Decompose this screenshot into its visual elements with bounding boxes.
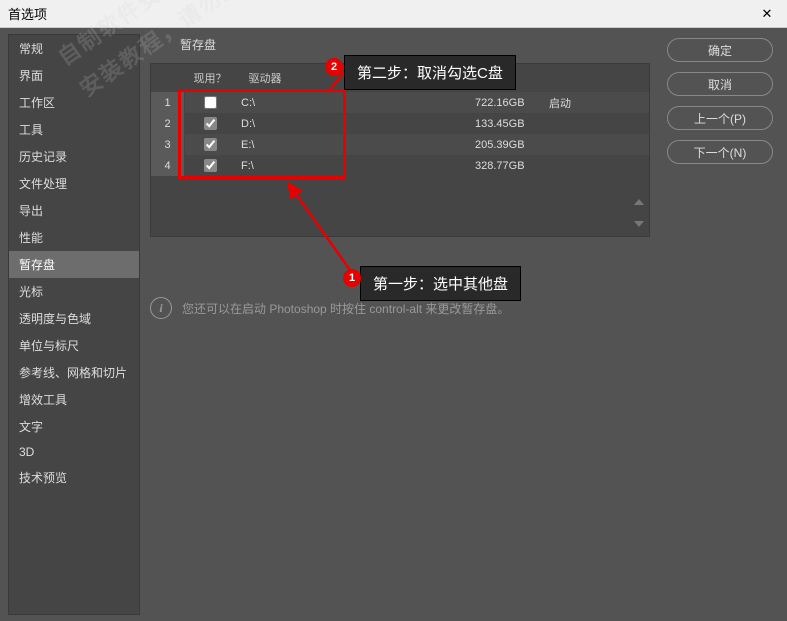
sidebar-item[interactable]: 单位与标尺 xyxy=(9,332,139,359)
preferences-sidebar: 常规界面工作区工具历史记录文件处理导出性能暂存盘光标透明度与色域单位与标尺参考线… xyxy=(8,34,140,615)
info-icon: i xyxy=(150,297,172,319)
hint-text: 您还可以在启动 Photoshop 时按住 control-alt 来更改暂存盘… xyxy=(182,300,509,317)
sidebar-item[interactable]: 光标 xyxy=(9,278,139,305)
sidebar-item[interactable]: 性能 xyxy=(9,224,139,251)
annotation-callout-step2: 第二步：取消勾选C盘 xyxy=(344,55,516,90)
table-row[interactable]: 4 F:\328.77GB xyxy=(151,155,649,176)
sidebar-item[interactable]: 暂存盘 xyxy=(9,251,139,278)
sidebar-item[interactable]: 文件处理 xyxy=(9,170,139,197)
row-up-icon[interactable] xyxy=(631,194,647,210)
sidebar-item[interactable]: 历史记录 xyxy=(9,143,139,170)
sidebar-item[interactable]: 界面 xyxy=(9,62,139,89)
sidebar-item[interactable]: 工作区 xyxy=(9,89,139,116)
row-status: 启动 xyxy=(539,95,649,111)
cancel-button[interactable]: 取消 xyxy=(667,72,773,96)
row-checkbox[interactable] xyxy=(204,96,217,109)
sidebar-item[interactable]: 增效工具 xyxy=(9,386,139,413)
sidebar-item[interactable]: 工具 xyxy=(9,116,139,143)
row-number: 2 xyxy=(151,113,185,134)
ok-button[interactable]: 确定 xyxy=(667,38,773,62)
table-row[interactable]: 3 E:\205.39GB xyxy=(151,134,649,155)
row-drive: D:\ xyxy=(235,118,295,130)
row-number: 4 xyxy=(151,155,185,176)
row-checkbox[interactable] xyxy=(204,138,217,151)
row-down-icon[interactable] xyxy=(631,216,647,232)
sidebar-item[interactable]: 导出 xyxy=(9,197,139,224)
row-drive: F:\ xyxy=(235,160,295,172)
row-checkbox[interactable] xyxy=(204,117,217,130)
window-title: 首选项 xyxy=(8,4,47,23)
sidebar-item[interactable]: 3D xyxy=(9,440,139,464)
sidebar-item[interactable]: 参考线、网格和切片 xyxy=(9,359,139,386)
annotation-badge-1: 1 xyxy=(343,269,361,287)
annotation-callout-step1: 第一步：选中其他盘 xyxy=(360,266,521,301)
dialog-buttons: 确定 取消 上一个(P) 下一个(N) xyxy=(667,28,787,621)
row-space: 328.77GB xyxy=(295,160,539,172)
close-icon[interactable]: ✕ xyxy=(755,2,779,26)
row-checkbox[interactable] xyxy=(204,159,217,172)
row-number: 1 xyxy=(151,92,185,113)
prev-button[interactable]: 上一个(P) xyxy=(667,106,773,130)
next-button[interactable]: 下一个(N) xyxy=(667,140,773,164)
panel-title: 暂存盘 xyxy=(180,36,657,53)
row-number: 3 xyxy=(151,134,185,155)
row-space: 205.39GB xyxy=(295,139,539,151)
sidebar-item[interactable]: 透明度与色域 xyxy=(9,305,139,332)
table-row[interactable]: 1 C:\722.16GB启动 xyxy=(151,92,649,113)
col-drive: 驱动器 xyxy=(235,70,295,86)
row-drive: E:\ xyxy=(235,139,295,151)
title-bar: 首选项 ✕ xyxy=(0,0,787,28)
sidebar-item[interactable]: 文字 xyxy=(9,413,139,440)
table-row[interactable]: 2 D:\133.45GB xyxy=(151,113,649,134)
main-panel: 暂存盘 现用？ 驱动器 1 C:\722.16GB启动 2 D:\133.45GB 3 E… xyxy=(140,28,667,621)
annotation-badge-2: 2 xyxy=(325,58,343,76)
sidebar-item[interactable]: 常规 xyxy=(9,35,139,62)
row-drive: C:\ xyxy=(235,97,295,109)
col-active: 现用？ xyxy=(185,70,235,86)
row-space: 133.45GB xyxy=(295,118,539,130)
row-space: 722.16GB xyxy=(295,97,539,109)
sidebar-item[interactable]: 技术预览 xyxy=(9,464,139,491)
